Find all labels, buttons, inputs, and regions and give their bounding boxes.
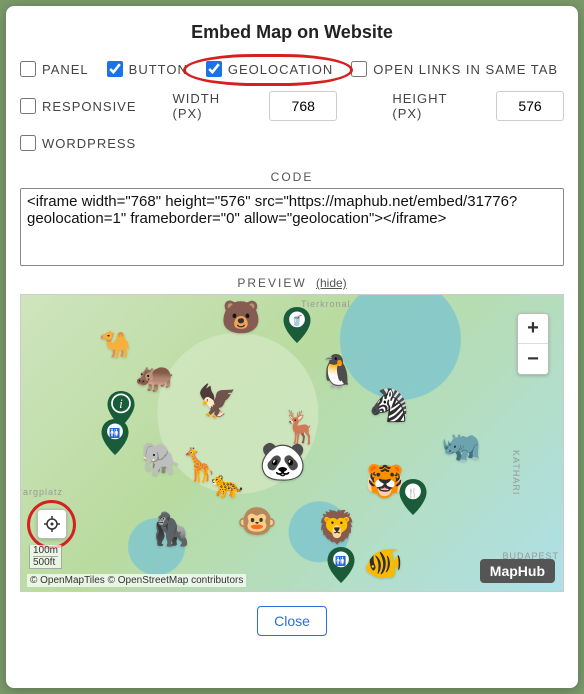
button-checkbox-input[interactable] [107,61,123,77]
options-row-1: PANEL BUTTON GEOLOCATION OPEN LINKS IN S… [20,61,564,77]
embed-code-textarea[interactable]: <iframe width="768" height="576" src="ht… [20,188,564,266]
map-marker-penguin-icon: 🐧 [317,355,357,387]
scale-imperial: 500ft [33,556,58,568]
geolocation-checkbox-input[interactable] [206,61,222,77]
modal-title: Embed Map on Website [20,22,564,43]
crosshair-icon [44,516,60,532]
height-input[interactable] [496,91,564,121]
code-section-label: CODE [20,170,564,184]
svg-text:i: i [119,397,123,411]
road-label: argplatz [23,487,63,497]
map-marker-eagle-icon: 🦅 [197,385,237,417]
map-attribution: © OpenMapTiles © OpenStreetMap contribut… [27,574,246,587]
responsive-checkbox-input[interactable] [20,98,36,114]
map-marker-fish-icon: 🐠 [363,547,403,579]
zoom-controls: + − [517,313,549,375]
map-marker-zebra-icon: 🦓 [369,389,409,421]
map-marker-hippo-icon: 🦛 [135,359,175,391]
map-pin-restroom-icon: 🚻 [327,547,355,583]
sametab-checkbox-label: OPEN LINKS IN SAME TAB [373,62,558,77]
map-marker-panda-icon: 🐼 [259,443,306,481]
svg-text:🚻: 🚻 [335,555,346,566]
width-input[interactable] [269,91,337,121]
zoom-out-button[interactable]: − [518,344,548,374]
geolocation-checkbox[interactable]: GEOLOCATION [206,61,333,77]
wordpress-checkbox[interactable]: WORDPRESS [20,135,136,151]
close-button[interactable]: Close [257,606,327,636]
maphub-badge[interactable]: MapHub [480,559,555,583]
width-label: WIDTH (PX) [173,91,252,121]
responsive-checkbox[interactable]: RESPONSIVE [20,98,137,114]
preview-text: PREVIEW [237,276,306,290]
map-pin-cup-icon: 🥤 [283,307,311,343]
button-checkbox-label: BUTTON [129,62,188,77]
panel-checkbox-label: PANEL [42,62,89,77]
map-preview[interactable]: Tierkronal BUDAPEST KATHARI argplatz 🐻 🦛… [20,294,564,592]
scale-metric: 100m [33,545,58,556]
map-scale: 100m 500ft [29,545,62,569]
sametab-checkbox-input[interactable] [351,61,367,77]
map-marker-lion-icon: 🦁 [317,511,357,543]
svg-text:🥤: 🥤 [291,314,304,327]
svg-text:🍴: 🍴 [407,487,418,499]
panel-checkbox[interactable]: PANEL [20,61,89,77]
map-marker-rhino-icon: 🦏 [441,429,481,461]
wordpress-checkbox-label: WORDPRESS [42,136,136,151]
map-marker-elephant-icon: 🐘 [141,443,181,475]
button-checkbox[interactable]: BUTTON [107,61,188,77]
map-marker-monkey-icon: 🐵 [237,505,277,537]
road-label: KATHARI [511,450,521,495]
responsive-checkbox-label: RESPONSIVE [42,99,137,114]
geolocation-checkbox-label: GEOLOCATION [228,62,333,77]
map-marker-bear-icon: 🐻 [221,301,261,333]
map-marker-leopard-icon: 🐆 [211,471,243,497]
panel-checkbox-input[interactable] [20,61,36,77]
embed-map-modal: Embed Map on Website PANEL BUTTON GEOLOC… [6,6,578,688]
hide-preview-link[interactable]: (hide) [316,276,347,290]
options-row-2: RESPONSIVE WIDTH (PX) HEIGHT (PX) [20,91,564,121]
options-row-3: WORDPRESS [20,135,564,156]
height-label: HEIGHT (PX) [392,91,478,121]
svg-text:🚻: 🚻 [109,427,120,438]
map-marker-gorilla-icon: 🦍 [151,513,191,545]
zoom-in-button[interactable]: + [518,314,548,344]
preview-section-label: PREVIEW (hide) [20,276,564,290]
map-marker-deer-icon: 🦌 [281,411,321,443]
map-marker-camel-icon: 🐪 [99,331,131,357]
wordpress-checkbox-input[interactable] [20,135,36,151]
sametab-checkbox[interactable]: OPEN LINKS IN SAME TAB [351,61,558,77]
modal-footer: Close [20,606,564,636]
geolocate-button[interactable] [37,509,67,539]
map-pin-restaurant-icon: 🍴 [399,479,427,515]
map-pin-restroom-icon: 🚻 [101,419,129,455]
